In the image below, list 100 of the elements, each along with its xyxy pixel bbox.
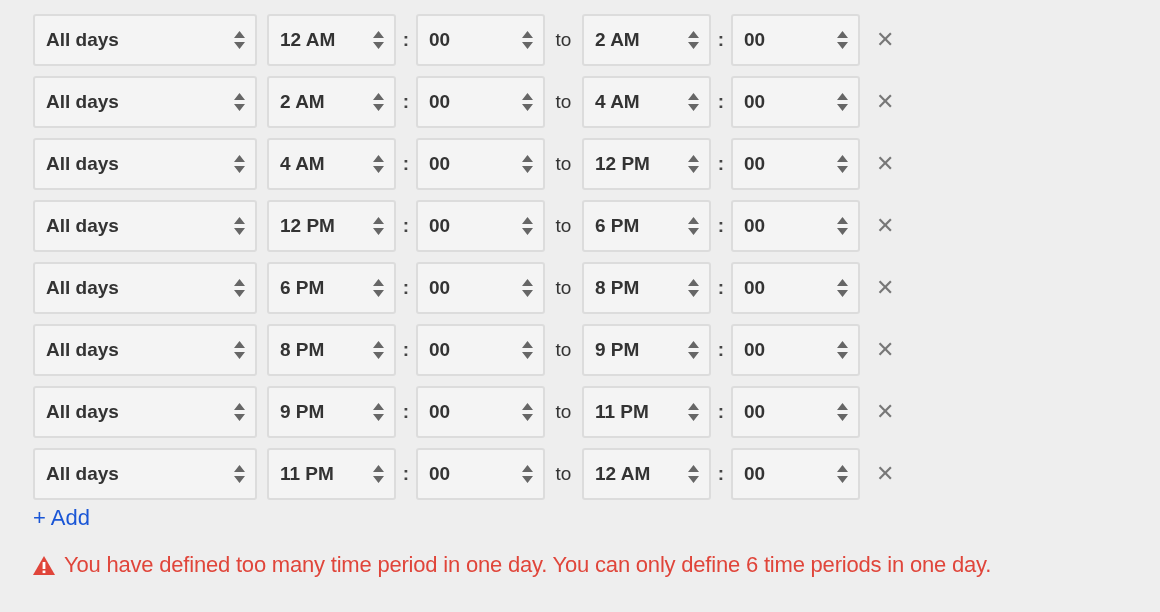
to-label: to (554, 215, 573, 237)
hour-select[interactable]: 6 PM (582, 200, 711, 252)
colon-text: : (716, 215, 726, 237)
up-down-arrows-icon (522, 217, 533, 235)
days-select[interactable]: All days (33, 76, 257, 128)
up-down-arrows-icon (837, 465, 848, 483)
up-down-arrows-icon (373, 465, 384, 483)
remove-button[interactable]: ✕ (874, 91, 897, 113)
minute-select[interactable]: 00 (416, 324, 545, 376)
hour-select[interactable]: 12 AM (582, 448, 711, 500)
up-down-arrows-icon (234, 341, 245, 359)
hour-select[interactable]: 4 AM (267, 138, 396, 190)
minute-select[interactable]: 00 (416, 138, 545, 190)
up-down-arrows-icon (837, 403, 848, 421)
colon-text: : (401, 215, 411, 237)
minute-select[interactable]: 00 (731, 386, 860, 438)
colon-text: : (716, 29, 726, 51)
remove-button[interactable]: ✕ (874, 29, 897, 51)
minute-select[interactable]: 00 (416, 14, 545, 66)
up-down-arrows-icon (688, 93, 699, 111)
minute-select[interactable]: 00 (416, 200, 545, 252)
colon-text: : (716, 339, 726, 361)
minute-select[interactable]: 00 (731, 76, 860, 128)
to-label: to (554, 277, 573, 299)
hour-select[interactable]: 11 PM (582, 386, 711, 438)
remove-button[interactable]: ✕ (874, 153, 897, 175)
days-select[interactable]: All days (33, 200, 257, 252)
remove-button[interactable]: ✕ (874, 339, 897, 361)
minute-select[interactable]: 00 (731, 324, 860, 376)
colon-text: : (401, 29, 411, 51)
hour-select[interactable]: 12 AM (267, 14, 396, 66)
up-down-arrows-icon (688, 341, 699, 359)
up-down-arrows-icon (373, 403, 384, 421)
remove-button[interactable]: ✕ (874, 463, 897, 485)
hour-select[interactable]: 2 AM (267, 76, 396, 128)
days-select[interactable]: All days (33, 386, 257, 438)
up-down-arrows-icon (373, 155, 384, 173)
up-down-arrows-icon (234, 93, 245, 111)
hour-select[interactable]: 8 PM (582, 262, 711, 314)
up-down-arrows-icon (373, 217, 384, 235)
up-down-arrows-icon (234, 31, 245, 49)
hour-select[interactable]: 8 PM (267, 324, 396, 376)
colon-text: : (401, 277, 411, 299)
up-down-arrows-icon (688, 403, 699, 421)
up-down-arrows-icon (234, 217, 245, 235)
up-down-arrows-icon (837, 217, 848, 235)
remove-button[interactable]: ✕ (874, 401, 897, 423)
up-down-arrows-icon (234, 403, 245, 421)
up-down-arrows-icon (837, 341, 848, 359)
hour-select[interactable]: 11 PM (267, 448, 396, 500)
minute-select[interactable]: 00 (731, 448, 860, 500)
up-down-arrows-icon (688, 155, 699, 173)
up-down-arrows-icon (837, 155, 848, 173)
colon-text: : (716, 401, 726, 423)
up-down-arrows-icon (373, 279, 384, 297)
to-label: to (554, 91, 573, 113)
up-down-arrows-icon (373, 93, 384, 111)
days-select[interactable]: All days (33, 324, 257, 376)
up-down-arrows-icon (373, 341, 384, 359)
up-down-arrows-icon (837, 93, 848, 111)
hour-select[interactable]: 12 PM (582, 138, 711, 190)
hour-select[interactable]: 4 AM (582, 76, 711, 128)
hour-select[interactable]: 9 PM (582, 324, 711, 376)
up-down-arrows-icon (522, 341, 533, 359)
up-down-arrows-icon (373, 31, 384, 49)
warning-icon (33, 555, 55, 575)
up-down-arrows-icon (688, 31, 699, 49)
to-label: to (554, 153, 573, 175)
hour-select[interactable]: 2 AM (582, 14, 711, 66)
minute-select[interactable]: 00 (416, 76, 545, 128)
up-down-arrows-icon (688, 279, 699, 297)
days-select[interactable]: All days (33, 14, 257, 66)
minute-select[interactable]: 00 (731, 200, 860, 252)
days-select[interactable]: All days (33, 448, 257, 500)
minute-select[interactable]: 00 (731, 262, 860, 314)
minute-select[interactable]: 00 (416, 386, 545, 438)
add-link[interactable]: + Add (33, 505, 90, 531)
up-down-arrows-icon (837, 31, 848, 49)
colon-text: : (716, 463, 726, 485)
colon-text: : (401, 339, 411, 361)
hour-select[interactable]: 6 PM (267, 262, 396, 314)
minute-select[interactable]: 00 (416, 448, 545, 500)
remove-button[interactable]: ✕ (874, 215, 897, 237)
to-label: to (554, 29, 573, 51)
up-down-arrows-icon (688, 465, 699, 483)
up-down-arrows-icon (522, 155, 533, 173)
minute-select[interactable]: 00 (731, 14, 860, 66)
error-message: You have defined too many time period in one day. You can only define 6 time periods in one day. (64, 552, 992, 578)
up-down-arrows-icon (522, 465, 533, 483)
days-select[interactable]: All days (33, 138, 257, 190)
up-down-arrows-icon (234, 155, 245, 173)
minute-select[interactable]: 00 (731, 138, 860, 190)
up-down-arrows-icon (688, 217, 699, 235)
up-down-arrows-icon (837, 279, 848, 297)
colon-text: : (401, 463, 411, 485)
minute-select[interactable]: 00 (416, 262, 545, 314)
hour-select[interactable]: 12 PM (267, 200, 396, 252)
remove-button[interactable]: ✕ (874, 277, 897, 299)
days-select[interactable]: All days (33, 262, 257, 314)
hour-select[interactable]: 9 PM (267, 386, 396, 438)
